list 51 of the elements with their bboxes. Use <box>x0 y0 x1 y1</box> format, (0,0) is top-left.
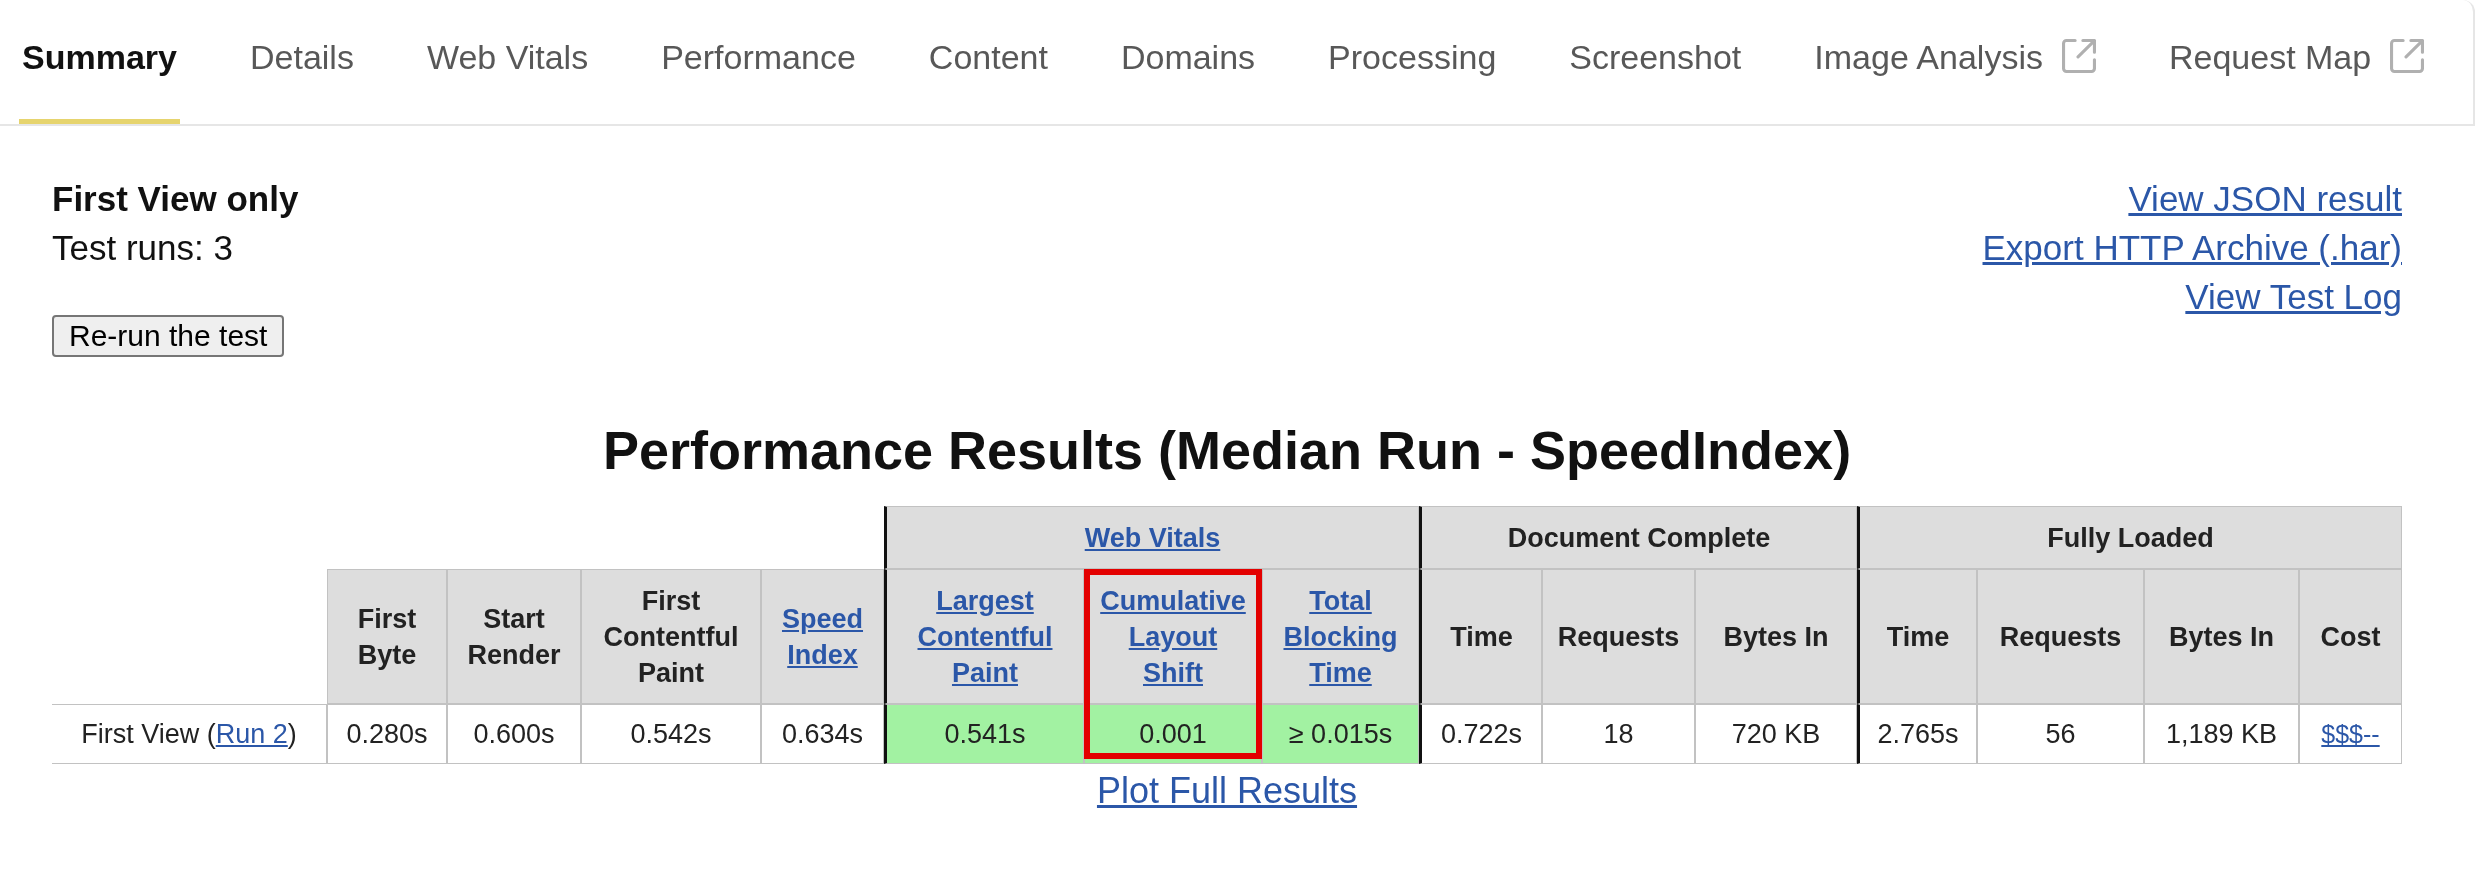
tab[interactable]: Summary <box>19 0 180 124</box>
column-title: Time <box>1450 620 1513 654</box>
tab[interactable]: Details <box>246 0 357 124</box>
tab[interactable]: Screenshot <box>1566 0 1745 124</box>
header-link[interactable]: Largest Contentful Paint <box>899 582 1071 691</box>
run-link[interactable]: Run 2 <box>215 718 288 749</box>
column-title: First Contentful Paint <box>602 584 740 690</box>
cell-value: 0.600s <box>473 718 555 750</box>
cell-value: 720 KB <box>1731 718 1821 750</box>
group-title: Fully Loaded <box>2047 521 2214 555</box>
cell-value: 1,189 KB <box>2165 718 2278 750</box>
tab[interactable]: Domains <box>1117 0 1259 124</box>
column-title: Start Render <box>466 602 562 672</box>
column-title: Time <box>1886 620 1950 654</box>
column-title: Cost <box>2320 620 2381 654</box>
column-title: Requests <box>1557 620 1680 654</box>
column-title: Requests <box>1999 620 2122 654</box>
column-title: First Byte <box>356 602 418 672</box>
cell-value: 0.722s <box>1440 718 1523 750</box>
header-link[interactable]: Web Vitals <box>1084 519 1221 556</box>
cell-value: 0.634s <box>781 718 864 750</box>
cell-value: 0.541s <box>944 718 1026 750</box>
row-label: First View (Run 2) <box>81 718 297 750</box>
result-link[interactable]: Export HTTP Archive (.har) <box>1982 223 2402 272</box>
result-link[interactable]: View Test Log <box>2185 272 2402 321</box>
cell-value: 56 <box>2045 718 2076 750</box>
tab[interactable]: Processing <box>1325 0 1500 124</box>
column-title: Bytes In <box>1723 620 1829 654</box>
plot-results-link[interactable]: Plot Full Results <box>1096 770 1358 811</box>
header-link[interactable]: Cumulative Layout Shift <box>1097 582 1249 691</box>
test-runs-label: Test runs: 3 <box>52 227 233 269</box>
tab[interactable]: Image Analysis <box>1811 0 2099 124</box>
group-title: Document Complete <box>1507 521 1771 555</box>
column-title: Bytes In <box>2168 620 2274 654</box>
rerun-button[interactable]: Re-run the test <box>52 315 285 357</box>
cell-value: 0.001 <box>1139 718 1207 750</box>
tab[interactable]: Performance <box>658 0 859 124</box>
cell-value: 0.542s <box>630 718 712 750</box>
cell-value: 18 <box>1603 718 1634 750</box>
cell-value: 0.280s <box>346 718 428 750</box>
test-mode-heading: First View only <box>52 178 299 220</box>
header-link[interactable]: Total Blocking Time <box>1275 582 1406 691</box>
cost-link[interactable]: $$$-- <box>2321 719 2380 749</box>
cell-value: 2.765s <box>1877 718 1959 750</box>
results-title: Performance Results (Median Run - SpeedIndex) <box>601 419 1853 481</box>
tab[interactable]: Web Vitals <box>423 0 592 124</box>
header-link[interactable]: Speed Index <box>774 600 871 673</box>
tab[interactable]: Content <box>925 0 1051 124</box>
result-link[interactable]: View JSON result <box>2128 174 2402 223</box>
cell-value: ≥ 0.015s <box>1288 718 1393 750</box>
tab[interactable]: Request Map <box>2165 0 2428 124</box>
